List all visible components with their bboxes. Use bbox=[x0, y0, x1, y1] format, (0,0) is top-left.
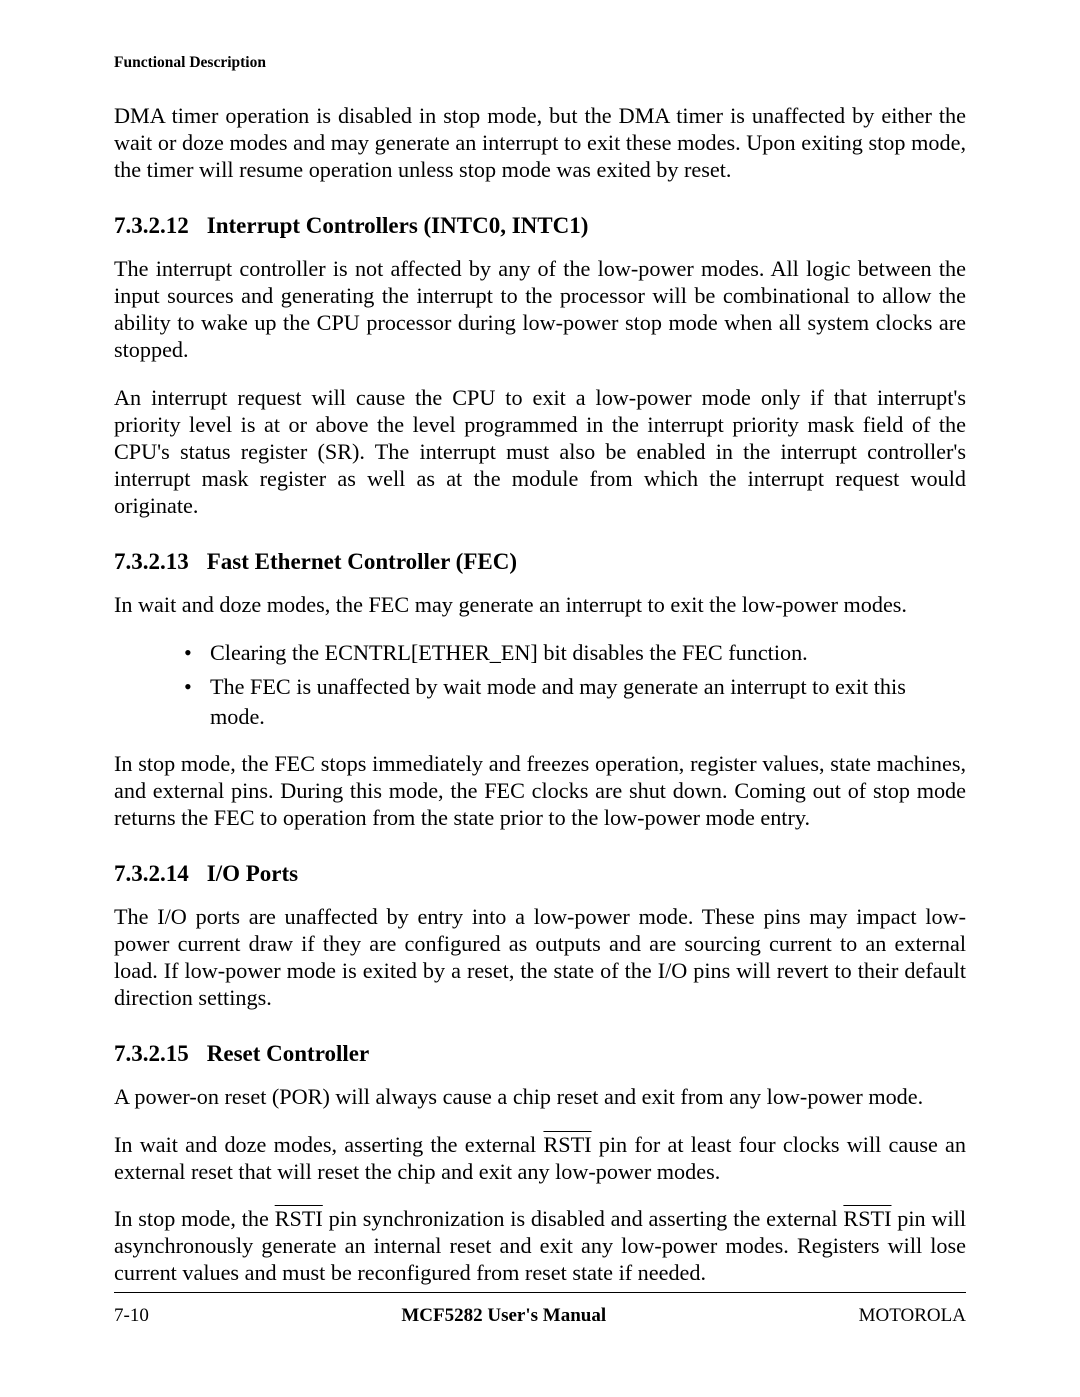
heading-text: I/O Ports bbox=[207, 861, 298, 886]
heading-fec: 7.3.2.13 Fast Ethernet Controller (FEC) bbox=[114, 549, 966, 575]
paragraph: In stop mode, the RSTI pin synchronizati… bbox=[114, 1205, 966, 1286]
paragraph: In stop mode, the FEC stops immediately … bbox=[114, 750, 966, 831]
list-item: Clearing the ECNTRL[ETHER_EN] bit disabl… bbox=[184, 638, 966, 668]
heading-text: Reset Controller bbox=[207, 1041, 369, 1066]
footer-title: MCF5282 User's Manual bbox=[401, 1305, 606, 1327]
heading-number: 7.3.2.15 bbox=[114, 1041, 189, 1067]
text-run: In stop mode, the bbox=[114, 1206, 275, 1231]
heading-text: Fast Ethernet Controller (FEC) bbox=[207, 549, 517, 574]
paragraph: The interrupt controller is not affected… bbox=[114, 255, 966, 363]
heading-number: 7.3.2.13 bbox=[114, 549, 189, 575]
footer-page-number: 7-10 bbox=[114, 1305, 149, 1327]
heading-interrupt-controllers: 7.3.2.12 Interrupt Controllers (INTC0, IN… bbox=[114, 213, 966, 239]
paragraph: In wait and doze modes, the FEC may gene… bbox=[114, 591, 966, 618]
signal-rsti: RSTI bbox=[543, 1132, 591, 1157]
heading-text: Interrupt Controllers (INTC0, INTC1) bbox=[207, 213, 589, 238]
signal-rsti: RSTI bbox=[843, 1206, 891, 1231]
text-run: In wait and doze modes, asserting the ex… bbox=[114, 1132, 543, 1157]
bullet-list: Clearing the ECNTRL[ETHER_EN] bit disabl… bbox=[114, 638, 966, 732]
list-item: The FEC is unaffected by wait mode and m… bbox=[184, 672, 966, 732]
paragraph: The I/O ports are unaffected by entry in… bbox=[114, 903, 966, 1011]
page: Functional Description DMA timer operati… bbox=[0, 0, 1080, 1397]
heading-io-ports: 7.3.2.14 I/O Ports bbox=[114, 861, 966, 887]
heading-number: 7.3.2.14 bbox=[114, 861, 189, 887]
paragraph: In wait and doze modes, asserting the ex… bbox=[114, 1131, 966, 1185]
heading-number: 7.3.2.12 bbox=[114, 213, 189, 239]
paragraph: A power-on reset (POR) will always cause… bbox=[114, 1083, 966, 1110]
footer-brand: MOTOROLA bbox=[859, 1305, 966, 1327]
intro-paragraph: DMA timer operation is disabled in stop … bbox=[114, 102, 966, 183]
paragraph: An interrupt request will cause the CPU … bbox=[114, 384, 966, 519]
text-run: pin synchronization is disabled and asse… bbox=[323, 1206, 844, 1231]
signal-rsti: RSTI bbox=[275, 1206, 323, 1231]
running-header: Functional Description bbox=[114, 54, 966, 72]
page-footer: 7-10 MCF5282 User's Manual MOTOROLA bbox=[114, 1292, 966, 1327]
heading-reset-controller: 7.3.2.15 Reset Controller bbox=[114, 1041, 966, 1067]
